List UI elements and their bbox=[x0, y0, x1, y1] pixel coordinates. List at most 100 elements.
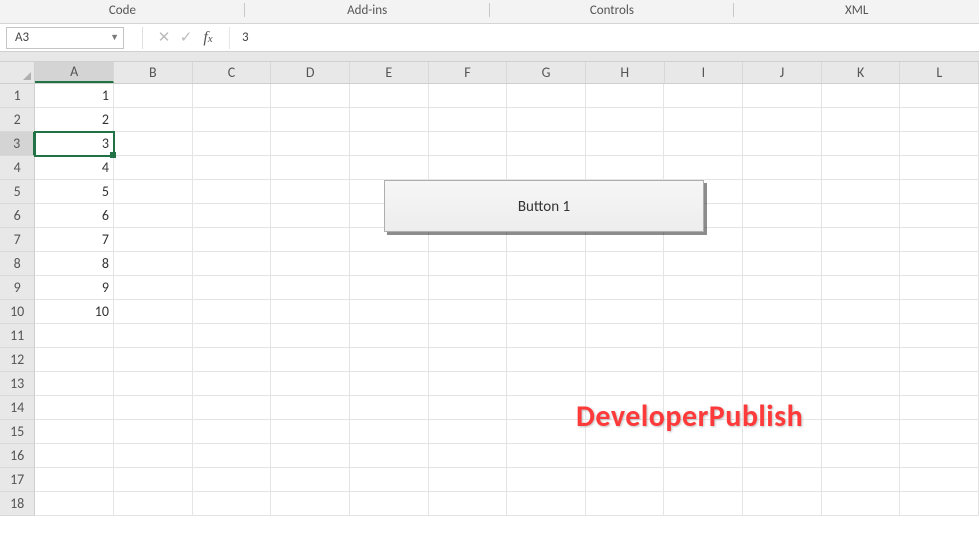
cell-J2[interactable] bbox=[743, 108, 822, 132]
cell-A8[interactable]: 8 bbox=[35, 252, 114, 276]
cell-C13[interactable] bbox=[193, 372, 272, 396]
cell-F14[interactable] bbox=[429, 396, 508, 420]
cell-J7[interactable] bbox=[743, 228, 822, 252]
row-header-18[interactable]: 18 bbox=[0, 492, 35, 516]
row-header-8[interactable]: 8 bbox=[0, 252, 35, 276]
row-header-1[interactable]: 1 bbox=[0, 84, 35, 108]
insert-function-icon[interactable]: fx bbox=[197, 29, 219, 47]
cell-D13[interactable] bbox=[271, 372, 350, 396]
cell-G16[interactable] bbox=[507, 444, 586, 468]
cell-C16[interactable] bbox=[193, 444, 272, 468]
cell-J11[interactable] bbox=[743, 324, 822, 348]
cell-E15[interactable] bbox=[350, 420, 429, 444]
cell-C12[interactable] bbox=[193, 348, 272, 372]
cell-B6[interactable] bbox=[114, 204, 193, 228]
cell-D17[interactable] bbox=[271, 468, 350, 492]
cell-B9[interactable] bbox=[114, 276, 193, 300]
cell-B8[interactable] bbox=[114, 252, 193, 276]
cell-C14[interactable] bbox=[193, 396, 272, 420]
formula-input[interactable]: 3 bbox=[229, 27, 979, 49]
cell-A12[interactable] bbox=[35, 348, 114, 372]
cell-F10[interactable] bbox=[429, 300, 508, 324]
cell-D9[interactable] bbox=[271, 276, 350, 300]
cell-A14[interactable] bbox=[35, 396, 114, 420]
cell-B15[interactable] bbox=[114, 420, 193, 444]
cell-G17[interactable] bbox=[507, 468, 586, 492]
cell-D5[interactable] bbox=[271, 180, 350, 204]
column-header-H[interactable]: H bbox=[586, 62, 665, 83]
row-header-6[interactable]: 6 bbox=[0, 204, 35, 228]
cell-G18[interactable] bbox=[507, 492, 586, 516]
cell-E12[interactable] bbox=[350, 348, 429, 372]
cell-D3[interactable] bbox=[271, 132, 350, 156]
cell-A16[interactable] bbox=[35, 444, 114, 468]
cell-I15[interactable] bbox=[664, 420, 743, 444]
cell-I1[interactable] bbox=[664, 84, 743, 108]
cell-K18[interactable] bbox=[822, 492, 901, 516]
cell-E16[interactable] bbox=[350, 444, 429, 468]
cell-H4[interactable] bbox=[586, 156, 665, 180]
cell-I12[interactable] bbox=[664, 348, 743, 372]
cell-B14[interactable] bbox=[114, 396, 193, 420]
cell-F1[interactable] bbox=[429, 84, 508, 108]
cell-G2[interactable] bbox=[507, 108, 586, 132]
cell-K1[interactable] bbox=[822, 84, 901, 108]
cell-D1[interactable] bbox=[271, 84, 350, 108]
cell-E11[interactable] bbox=[350, 324, 429, 348]
ribbon-group-xml[interactable]: XML bbox=[734, 0, 979, 23]
cell-B5[interactable] bbox=[114, 180, 193, 204]
ribbon-group-addins[interactable]: Add-ins bbox=[245, 0, 490, 23]
cell-H18[interactable] bbox=[586, 492, 665, 516]
cell-L8[interactable] bbox=[900, 252, 979, 276]
cell-E13[interactable] bbox=[350, 372, 429, 396]
cell-F3[interactable] bbox=[429, 132, 508, 156]
cell-F15[interactable] bbox=[429, 420, 508, 444]
cell-C17[interactable] bbox=[193, 468, 272, 492]
cell-G8[interactable] bbox=[507, 252, 586, 276]
cell-F4[interactable] bbox=[429, 156, 508, 180]
cell-J13[interactable] bbox=[743, 372, 822, 396]
cell-J18[interactable] bbox=[743, 492, 822, 516]
cell-H10[interactable] bbox=[586, 300, 665, 324]
cell-A6[interactable]: 6 bbox=[35, 204, 114, 228]
cell-C3[interactable] bbox=[193, 132, 272, 156]
cell-L11[interactable] bbox=[900, 324, 979, 348]
cell-K6[interactable] bbox=[822, 204, 901, 228]
cell-G14[interactable] bbox=[507, 396, 586, 420]
cell-L12[interactable] bbox=[900, 348, 979, 372]
row-header-2[interactable]: 2 bbox=[0, 108, 35, 132]
cell-F17[interactable] bbox=[429, 468, 508, 492]
cell-H17[interactable] bbox=[586, 468, 665, 492]
cell-L2[interactable] bbox=[900, 108, 979, 132]
accept-formula-icon[interactable]: ✓ bbox=[175, 28, 197, 47]
cell-J14[interactable] bbox=[743, 396, 822, 420]
cell-L13[interactable] bbox=[900, 372, 979, 396]
cell-I17[interactable] bbox=[664, 468, 743, 492]
cell-B3[interactable] bbox=[114, 132, 193, 156]
cell-A4[interactable]: 4 bbox=[35, 156, 114, 180]
cell-H3[interactable] bbox=[586, 132, 665, 156]
cell-H13[interactable] bbox=[586, 372, 665, 396]
column-header-I[interactable]: I bbox=[665, 62, 744, 83]
cell-I2[interactable] bbox=[664, 108, 743, 132]
cell-J17[interactable] bbox=[743, 468, 822, 492]
cell-K4[interactable] bbox=[822, 156, 901, 180]
cell-E18[interactable] bbox=[350, 492, 429, 516]
cell-E2[interactable] bbox=[350, 108, 429, 132]
cell-A17[interactable] bbox=[35, 468, 114, 492]
cell-B16[interactable] bbox=[114, 444, 193, 468]
cell-D8[interactable] bbox=[271, 252, 350, 276]
cell-B10[interactable] bbox=[114, 300, 193, 324]
cell-G12[interactable] bbox=[507, 348, 586, 372]
cell-H1[interactable] bbox=[586, 84, 665, 108]
column-header-L[interactable]: L bbox=[900, 62, 979, 83]
cell-H14[interactable] bbox=[586, 396, 665, 420]
cell-D16[interactable] bbox=[271, 444, 350, 468]
cell-J8[interactable] bbox=[743, 252, 822, 276]
cell-B18[interactable] bbox=[114, 492, 193, 516]
row-header-12[interactable]: 12 bbox=[0, 348, 35, 372]
cell-G15[interactable] bbox=[507, 420, 586, 444]
cell-E4[interactable] bbox=[350, 156, 429, 180]
cell-G11[interactable] bbox=[507, 324, 586, 348]
cell-L15[interactable] bbox=[900, 420, 979, 444]
